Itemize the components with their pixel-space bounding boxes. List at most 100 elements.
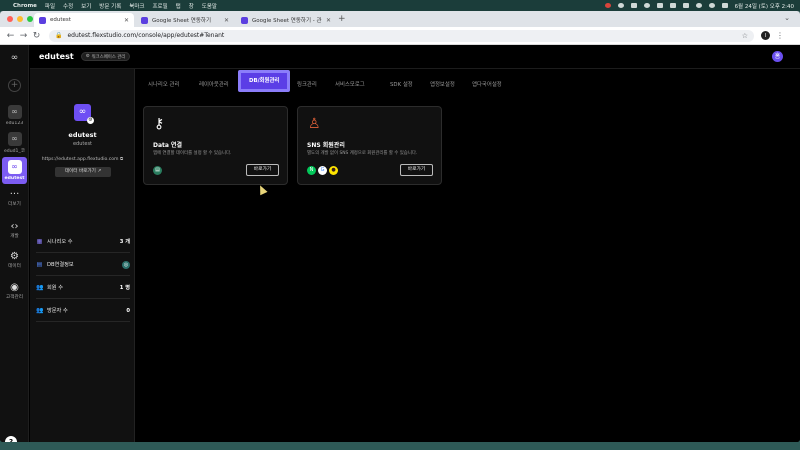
menubar-clock[interactable]: 6월 24일 (토) 오후 2:40 bbox=[735, 2, 794, 10]
tab-layout-manage[interactable]: 레이아웃관리 bbox=[199, 80, 229, 88]
rail-tool-customers[interactable]: ◉ 고객관리 bbox=[2, 282, 27, 300]
flextudio-logo-icon[interactable]: ∞ bbox=[8, 53, 21, 63]
chevron-down-icon[interactable]: ⌄ bbox=[784, 14, 790, 22]
tab-app-info-settings[interactable]: 앱정보설정 bbox=[430, 80, 455, 88]
status-icon[interactable] bbox=[630, 3, 637, 8]
browser-tab-edutest[interactable]: edutest ✕ bbox=[34, 13, 134, 27]
status-icon[interactable] bbox=[643, 3, 650, 8]
profile-avatar[interactable]: I bbox=[761, 31, 770, 40]
tab-strip: edutest ✕ Google Sheet 연동하기 ✕ Google She… bbox=[0, 11, 800, 27]
status-icon[interactable] bbox=[656, 3, 663, 8]
close-tab-icon[interactable]: ✕ bbox=[224, 17, 229, 24]
tab-scenario-manage[interactable]: 시나리오 관리 bbox=[148, 80, 179, 88]
tenant-subtitle: edutest bbox=[72, 141, 93, 147]
stat-value: 0 bbox=[126, 307, 130, 314]
tab-service-log[interactable]: 서비스모로그 bbox=[335, 80, 365, 88]
data-connection-go-button[interactable]: 바로가기 bbox=[246, 164, 279, 176]
menu-item-window[interactable]: 창 bbox=[189, 2, 194, 10]
workspace-manage-label: 워크스페이스 관리 bbox=[91, 54, 126, 60]
menu-item-file[interactable]: 파일 bbox=[45, 2, 55, 10]
browser-tab-google-sheet-admin[interactable]: Google Sheet 연동하기 - 관리자 ✕ bbox=[236, 13, 336, 27]
external-link-icon: ↗ bbox=[97, 169, 102, 174]
close-window-icon[interactable] bbox=[7, 16, 13, 22]
browser-toolbar: ← → ↻ 🔒 edutest.flexstudio.com/console/a… bbox=[0, 27, 800, 45]
visitors-icon: 👥 bbox=[36, 307, 44, 314]
forward-icon[interactable]: → bbox=[17, 31, 30, 41]
scenario-icon: ▦ bbox=[36, 238, 43, 245]
minimize-window-icon[interactable] bbox=[17, 16, 23, 22]
tab-link-manage[interactable]: 링크관리 bbox=[297, 80, 317, 88]
desktop: Chrome 파일 수정 보기 방문 기록 북마크 프로필 탭 창 도움말 6월… bbox=[0, 0, 800, 450]
rail-tool-caption: 개발 bbox=[10, 234, 19, 239]
reload-icon[interactable]: ↻ bbox=[30, 31, 43, 41]
tab-sdk-settings[interactable]: SDK 설정 bbox=[390, 80, 413, 88]
more-dots-icon: ··· bbox=[9, 189, 20, 200]
sns-member-go-button[interactable]: 바로가기 bbox=[400, 164, 433, 176]
menu-item-help[interactable]: 도움말 bbox=[202, 2, 217, 10]
data-shortcut-button[interactable]: 데이터 바로가기 ↗ bbox=[55, 167, 111, 177]
help-button[interactable]: ? bbox=[5, 436, 17, 442]
user-avatar[interactable]: 홈 bbox=[772, 51, 783, 62]
stat-db-connection: ▤ DB연결정보 ◎ bbox=[36, 254, 130, 276]
google-icon: G bbox=[318, 166, 327, 175]
battery-icon[interactable] bbox=[682, 3, 689, 8]
stat-value: 1 명 bbox=[119, 285, 130, 291]
lock-icon[interactable]: 🔒 bbox=[55, 32, 62, 39]
rail-tool-caption: 더보기 bbox=[8, 202, 21, 207]
menu-item-history[interactable]: 방문 기록 bbox=[99, 2, 121, 10]
browser-tab-google-sheet[interactable]: Google Sheet 연동하기 ✕ bbox=[136, 13, 234, 27]
gear-icon: ⚙ bbox=[85, 54, 90, 59]
db-status-icon[interactable]: ◎ bbox=[122, 260, 130, 269]
menu-item-view[interactable]: 보기 bbox=[81, 2, 91, 10]
new-tab-icon[interactable]: + bbox=[338, 14, 346, 24]
rail-more[interactable]: ··· 더보기 bbox=[2, 189, 27, 207]
rail-item-edutest[interactable]: ∞ edutest bbox=[2, 157, 27, 184]
recording-icon[interactable] bbox=[604, 3, 611, 8]
stat-label: 시나리오 수 bbox=[47, 239, 73, 245]
tenant-url[interactable]: https://edutest.app.flextudio.com ⧉ bbox=[30, 156, 135, 162]
rail-tool-data[interactable]: ⚙ 데이터 bbox=[2, 251, 27, 269]
rail-item-edu123[interactable]: ∞ edu123 bbox=[2, 105, 27, 126]
window-controls bbox=[7, 16, 33, 22]
menu-item-tab[interactable]: 탭 bbox=[176, 2, 181, 10]
tab-app-language-settings[interactable]: 앱다국어설정 bbox=[472, 80, 502, 88]
menu-item-bookmarks[interactable]: 북마크 bbox=[129, 2, 144, 10]
rail-item-edud1[interactable]: ∞ edud1_코 bbox=[2, 132, 27, 154]
more-menu-icon[interactable]: ⋮ bbox=[776, 31, 784, 40]
workspace-manage-button[interactable]: ⚙ 워크스페이스 관리 bbox=[80, 52, 131, 61]
menu-app-name[interactable]: Chrome bbox=[13, 3, 37, 9]
control-center-icon[interactable] bbox=[721, 3, 728, 8]
tab-db-member-manage[interactable]: DB/회원관리 bbox=[238, 70, 291, 92]
menubar-status-area: 6월 24일 (토) 오후 2:40 bbox=[604, 2, 794, 10]
flextudio-console: ∞ + ∞ edu123 ∞ edud1_코 ∞ edutest ··· 더보기 bbox=[0, 45, 800, 442]
user-circle-icon: ◉ bbox=[10, 282, 19, 293]
url-text[interactable]: edutest.flexstudio.com/console/app/edute… bbox=[67, 32, 224, 39]
rail-tool-develop[interactable]: ‹› 개발 bbox=[2, 221, 27, 239]
card-integrations: N G ● bbox=[307, 166, 338, 175]
copy-icon[interactable]: ⧉ bbox=[120, 157, 123, 162]
tenant-url-text[interactable]: https://edutest.app.flextudio.com bbox=[42, 157, 119, 162]
back-icon[interactable]: ← bbox=[4, 31, 17, 41]
zoom-window-icon[interactable] bbox=[27, 16, 33, 22]
search-icon[interactable] bbox=[708, 3, 715, 8]
status-icon[interactable] bbox=[617, 3, 624, 8]
address-bar[interactable]: 🔒 edutest.flexstudio.com/console/app/edu… bbox=[49, 29, 754, 42]
close-tab-icon[interactable]: ✕ bbox=[124, 17, 129, 24]
menu-item-edit[interactable]: 수정 bbox=[63, 2, 73, 10]
rail-item-caption: edud1_코 bbox=[3, 149, 25, 154]
stat-label: 회원 수 bbox=[47, 285, 63, 291]
stat-label: 방문자 수 bbox=[47, 308, 68, 314]
card-description: 앱에 연결할 데이터를 설정 할 수 있습니다. bbox=[153, 151, 232, 156]
card-title: SNS 회원관리 bbox=[307, 142, 345, 149]
tenant-settings-gear-icon[interactable]: ⚙ bbox=[87, 117, 94, 124]
menu-item-profiles[interactable]: 프로필 bbox=[152, 2, 167, 10]
stat-value: 3 개 bbox=[119, 239, 130, 245]
add-app-icon[interactable]: + bbox=[8, 79, 21, 92]
wifi-icon[interactable] bbox=[695, 3, 702, 8]
tenant-panel: ∞ ⚙ edutest edutest https://edutest.app.… bbox=[30, 69, 135, 442]
rail-item-caption: edu123 bbox=[5, 121, 24, 126]
bookmark-star-icon[interactable]: ☆ bbox=[742, 32, 748, 40]
data-connection-card: ⚷ Data 연결 앱에 연결할 데이터를 설정 할 수 있습니다. ▤ 바로가… bbox=[143, 106, 288, 185]
close-tab-icon[interactable]: ✕ bbox=[326, 17, 331, 24]
status-icon[interactable] bbox=[669, 3, 676, 8]
